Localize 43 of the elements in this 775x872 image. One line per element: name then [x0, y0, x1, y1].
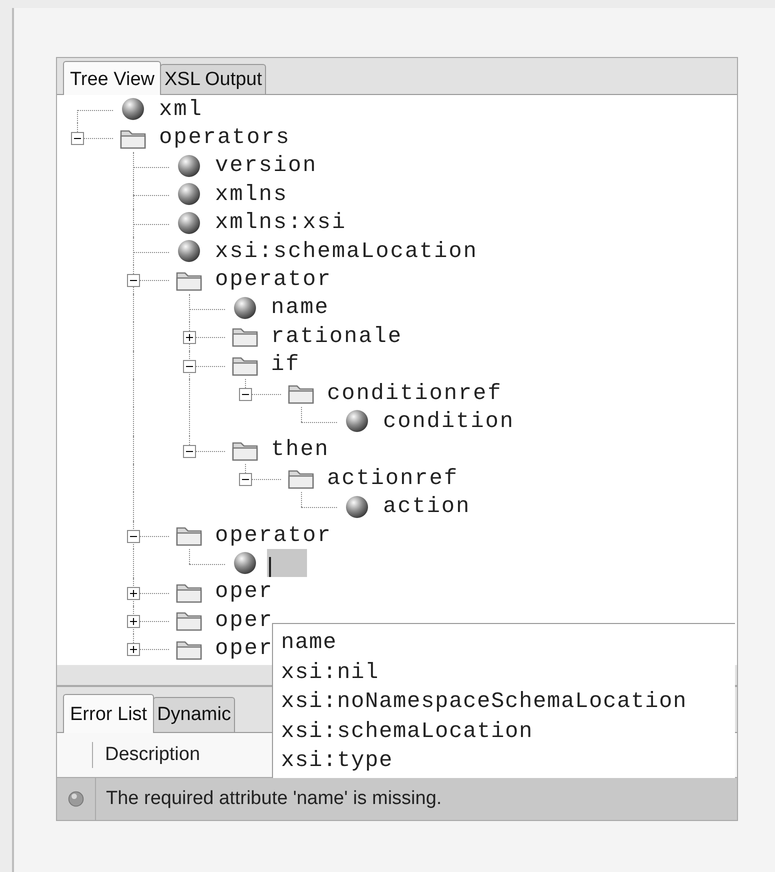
node-label[interactable]: oper: [215, 579, 274, 604]
completion-item[interactable]: xsi:type: [281, 746, 735, 776]
tab[interactable]: Tree View: [63, 61, 162, 95]
expander-box[interactable]: [71, 132, 84, 146]
error-message: The required attribute 'name' is missing.: [105, 788, 442, 810]
completion-item[interactable]: name: [281, 628, 735, 658]
node-label[interactable]: oper: [215, 636, 274, 662]
node-label[interactable]: actionref: [327, 466, 458, 491]
completion-item[interactable]: xsi:nil: [281, 658, 735, 687]
node-label[interactable]: xmlns: [215, 182, 288, 207]
expander-box[interactable]: [239, 388, 252, 401]
node-label[interactable]: xmlns:xsi: [215, 210, 346, 236]
completion-item[interactable]: xsi:schemaLocation: [281, 716, 735, 746]
column-header[interactable]: Description: [93, 744, 200, 766]
expander-box[interactable]: [183, 331, 196, 344]
error-icon: [67, 790, 85, 808]
expander-box[interactable]: [127, 530, 140, 543]
expander-box[interactable]: [183, 444, 196, 458]
node-label[interactable]: operator: [215, 267, 332, 292]
node-label[interactable]: xml: [159, 96, 203, 122]
expander-box[interactable]: [127, 643, 140, 656]
node-label[interactable]: operator: [215, 522, 332, 548]
completion-item[interactable]: xsi:noNamespaceSchemaLocation: [281, 687, 735, 716]
node-label[interactable]: operators: [159, 125, 290, 150]
node-label[interactable]: xsi:schemaLocation: [215, 238, 478, 264]
expander-box[interactable]: [127, 274, 140, 288]
tab[interactable]: Dynamic: [153, 697, 235, 732]
node-label[interactable]: conditionref: [327, 380, 502, 406]
expander-box[interactable]: [239, 473, 252, 486]
tab[interactable]: Error List: [63, 694, 154, 733]
node-label[interactable]: then: [271, 437, 330, 462]
expander-box[interactable]: [183, 360, 196, 373]
node-label[interactable]: name: [271, 295, 330, 320]
expander-box[interactable]: [127, 615, 140, 628]
node-label[interactable]: version: [215, 153, 318, 178]
node-label[interactable]: if: [271, 352, 300, 378]
node-label[interactable]: condition: [383, 408, 514, 434]
node-label[interactable]: rationale: [271, 324, 402, 349]
expander-box[interactable]: [127, 586, 140, 600]
node-label[interactable]: action: [383, 494, 471, 520]
node-label[interactable]: oper: [215, 608, 274, 633]
tab[interactable]: XSL Output: [160, 64, 266, 94]
name-input-field[interactable]: [267, 549, 307, 578]
